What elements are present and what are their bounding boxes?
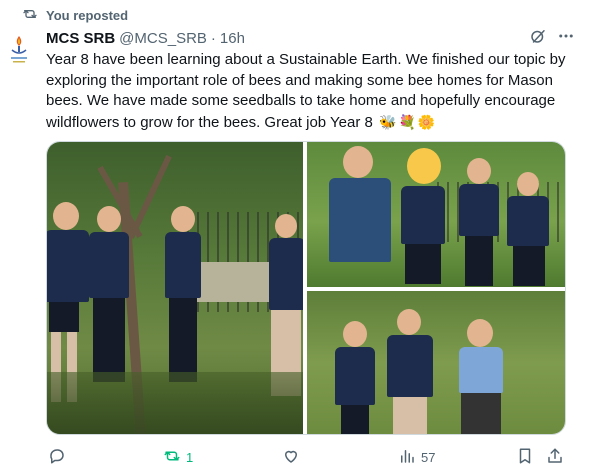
post-header: MCS SRB @MCS_SRB · 16h: [46, 27, 575, 49]
bee-emoji: 🐝: [379, 113, 397, 130]
repost-indicator[interactable]: You reposted: [22, 6, 128, 24]
bookmark-icon: [516, 447, 534, 468]
photo-group-thumbs-up[interactable]: [307, 142, 565, 287]
share-button[interactable]: [546, 447, 564, 468]
repost-icon: [163, 447, 181, 468]
repost-icon: [22, 6, 38, 25]
post-body: Year 8 have been learning about a Sustai…: [46, 51, 566, 131]
post-text: Year 8 have been learning about a Sustai…: [46, 50, 568, 133]
author-name[interactable]: MCS SRB: [46, 30, 115, 47]
action-bar: 1 57: [46, 446, 566, 468]
views-icon: [398, 447, 416, 468]
separator-dot: ·: [210, 29, 216, 47]
grok-icon[interactable]: [529, 27, 547, 49]
reply-button[interactable]: [48, 447, 71, 468]
blossom-emoji: 🌼: [417, 113, 436, 130]
repost-count: 1: [186, 449, 194, 465]
like-button[interactable]: [282, 447, 305, 468]
reply-icon: [48, 447, 66, 468]
post-time[interactable]: 16h: [220, 30, 245, 47]
repost-button[interactable]: 1: [163, 447, 193, 468]
photo-bee-pose[interactable]: [47, 142, 303, 434]
bookmark-button[interactable]: [516, 447, 534, 468]
media-grid: [46, 141, 566, 435]
views-button[interactable]: 57: [398, 447, 435, 468]
bouquet-emoji: 💐: [398, 113, 416, 130]
repost-label: You reposted: [46, 7, 129, 23]
photo-three-pupils[interactable]: [307, 291, 565, 434]
views-count: 57: [421, 449, 436, 465]
heart-icon: [282, 447, 300, 468]
author-handle[interactable]: @MCS_SRB: [119, 30, 207, 47]
share-icon: [546, 447, 564, 468]
more-icon[interactable]: [557, 27, 575, 49]
avatar[interactable]: [6, 30, 32, 66]
